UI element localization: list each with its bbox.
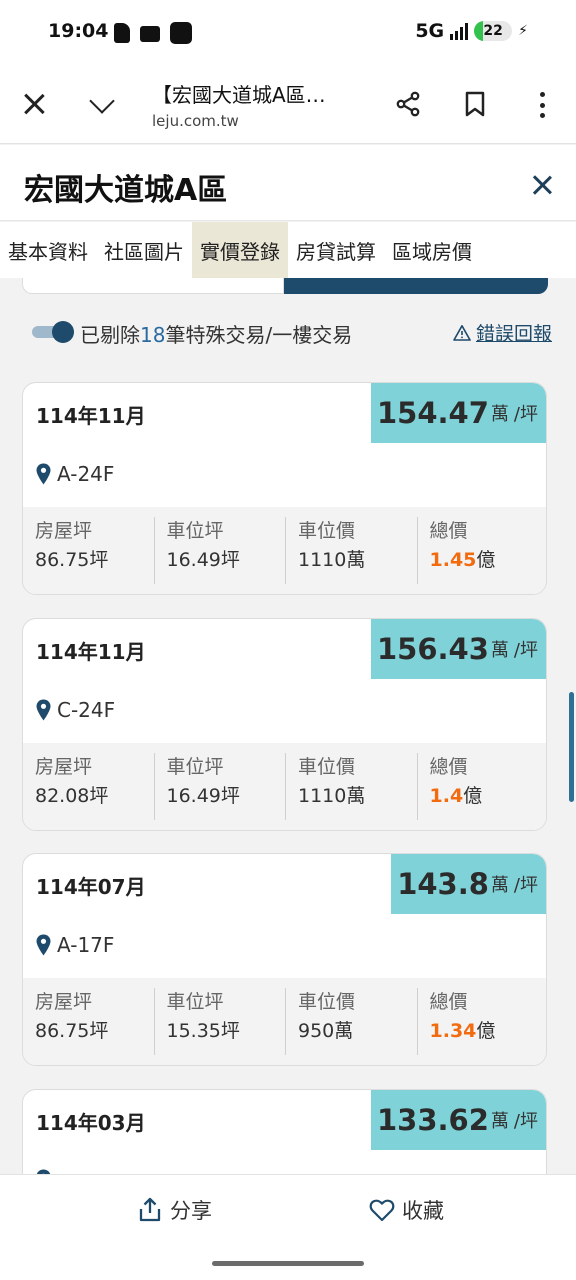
unit-price-badge: 154.47 萬/坪	[371, 383, 546, 443]
unit-location: C-24F	[36, 698, 115, 722]
warning-icon	[453, 324, 471, 341]
favorite-label: 收藏	[402, 1199, 444, 1223]
signal-icon	[450, 22, 469, 40]
page-title: 宏國大道城A區	[24, 173, 228, 208]
transaction-stats: 房屋坪 82.08坪 車位坪 16.49坪 車位價 1110萬 總價 1.4億	[23, 743, 547, 830]
location-pin-icon	[36, 934, 51, 956]
stat-area: 房屋坪 86.75坪	[35, 520, 109, 571]
error-report-label[interactable]: 錯誤回報	[476, 319, 552, 346]
stat-parking-price: 車位價 1110萬	[285, 753, 417, 820]
status-time: 19:04	[48, 20, 109, 42]
exclude-special-toggle[interactable]	[32, 321, 76, 343]
tab-community-photos[interactable]: 社區圖片	[96, 222, 192, 278]
unit-location: A-17F	[36, 933, 114, 957]
location-pin-icon	[36, 699, 51, 721]
bottom-action-bar: 分享 收藏	[0, 1174, 576, 1247]
unit-price: 133.62	[377, 1103, 489, 1137]
transaction-card[interactable]: 114年03月 133.62 萬/坪	[22, 1089, 547, 1174]
unit-price: 156.43	[377, 632, 489, 666]
transaction-date: 114年11月	[36, 640, 146, 664]
status-bar: 19:04 5G 22 ⚡	[0, 0, 576, 66]
app-icon	[170, 22, 192, 44]
page-header: 宏國大道城A區	[0, 145, 576, 221]
tab-mortgage-calculator[interactable]: 房貸試算	[288, 222, 384, 278]
status-notification-icons	[114, 22, 192, 44]
more-icon[interactable]	[538, 92, 546, 118]
stat-area: 房屋坪 82.08坪	[35, 756, 109, 807]
unit-location: A-24F	[36, 462, 114, 486]
filter-row: 已剔除18筆特殊交易/一樓交易 錯誤回報	[32, 318, 552, 347]
browser-toolbar: 【宏國大道城A區… leju.com.tw	[0, 66, 576, 144]
total-price: 1.45	[429, 549, 477, 571]
unit-price-badge: 133.62 萬/坪	[371, 1090, 546, 1150]
excluded-count: 18	[140, 323, 166, 347]
battery-icon: 22	[474, 21, 513, 41]
segment-option-selected[interactable]	[284, 278, 548, 294]
battery-level: 22	[483, 23, 503, 39]
battery-fill	[474, 21, 483, 41]
transaction-date: 114年07月	[36, 875, 146, 899]
browser-url[interactable]: leju.com.tw	[152, 112, 239, 130]
share-icon	[139, 1197, 161, 1222]
bookmark-icon[interactable]	[464, 91, 486, 117]
document-icon	[114, 23, 130, 43]
favorite-button[interactable]: 收藏	[368, 1195, 444, 1225]
transaction-card[interactable]: 114年11月 154.47 萬/坪 A-24F 房屋坪 86.75坪 車位坪 16.…	[22, 382, 547, 595]
system-nav-area	[0, 1247, 576, 1280]
stat-total: 總價 1.34億	[416, 988, 547, 1055]
unit-price-badge: 143.8 萬/坪	[391, 854, 546, 914]
unit-label: C-24F	[57, 698, 116, 722]
transaction-card[interactable]: 114年07月 143.8 萬/坪 A-17F 房屋坪 86.75坪 車位坪 15.3…	[22, 853, 547, 1066]
home-indicator[interactable]	[212, 1261, 364, 1266]
error-report-link[interactable]: 錯誤回報	[453, 319, 552, 346]
transaction-stats: 房屋坪 86.75坪 車位坪 15.35坪 車位價 950萬 總價 1.34億	[23, 978, 547, 1065]
chevron-down-icon[interactable]	[88, 90, 116, 118]
transaction-stats: 房屋坪 86.75坪 車位坪 16.49坪 車位價 1110萬 總價 1.45億	[23, 507, 547, 594]
tab-actual-price[interactable]: 實價登錄	[192, 222, 288, 278]
stat-parking-area: 車位坪 15.35坪	[153, 988, 286, 1055]
total-price: 1.4	[429, 785, 464, 807]
share-button[interactable]: 分享	[136, 1195, 212, 1225]
stat-total: 總價 1.45億	[416, 517, 547, 584]
stat-parking-area: 車位坪 16.49坪	[153, 753, 286, 820]
unit-price: 154.47	[377, 396, 489, 430]
filter-description: 已剔除18筆特殊交易/一樓交易	[80, 323, 353, 347]
tab-basic-info[interactable]: 基本資料	[0, 222, 96, 278]
unit-label: A-17F	[57, 933, 115, 957]
transaction-list[interactable]: 已剔除18筆特殊交易/一樓交易 錯誤回報 114年11月 154.47 萬/坪 A…	[0, 278, 576, 1174]
share-icon[interactable]	[394, 90, 422, 118]
segment-option[interactable]	[22, 278, 284, 294]
unit-price-badge: 156.43 萬/坪	[371, 619, 546, 679]
heart-icon	[369, 1199, 395, 1222]
stat-parking-area: 車位坪 16.49坪	[153, 517, 286, 584]
close-icon[interactable]	[530, 173, 554, 197]
tv-icon	[140, 26, 160, 42]
location-pin-icon	[36, 463, 51, 485]
stat-parking-price: 車位價 950萬	[285, 988, 417, 1055]
stat-total: 總價 1.4億	[416, 753, 547, 820]
tab-area-prices[interactable]: 區域房價	[384, 222, 480, 278]
tab-bar: 基本資料 社區圖片 實價登錄 房貸試算 區域房價	[0, 222, 576, 278]
stat-parking-price: 車位價 1110萬	[285, 517, 417, 584]
close-icon[interactable]	[20, 90, 48, 118]
unit-price: 143.8	[397, 867, 489, 901]
status-system-icons: 5G 22 ⚡	[415, 20, 528, 42]
scrollbar[interactable]	[569, 692, 574, 802]
total-price: 1.34	[429, 1020, 477, 1042]
network-label: 5G	[415, 20, 445, 42]
charging-icon: ⚡	[518, 23, 528, 39]
transaction-card[interactable]: 114年11月 156.43 萬/坪 C-24F 房屋坪 82.08坪 車位坪 16.…	[22, 618, 547, 831]
browser-page-title: 【宏國大道城A區…	[152, 83, 326, 107]
unit-label: A-24F	[57, 462, 115, 486]
transaction-date: 114年03月	[36, 1111, 146, 1135]
transaction-date: 114年11月	[36, 404, 146, 428]
share-label: 分享	[170, 1199, 212, 1223]
stat-area: 房屋坪 86.75坪	[35, 991, 109, 1042]
